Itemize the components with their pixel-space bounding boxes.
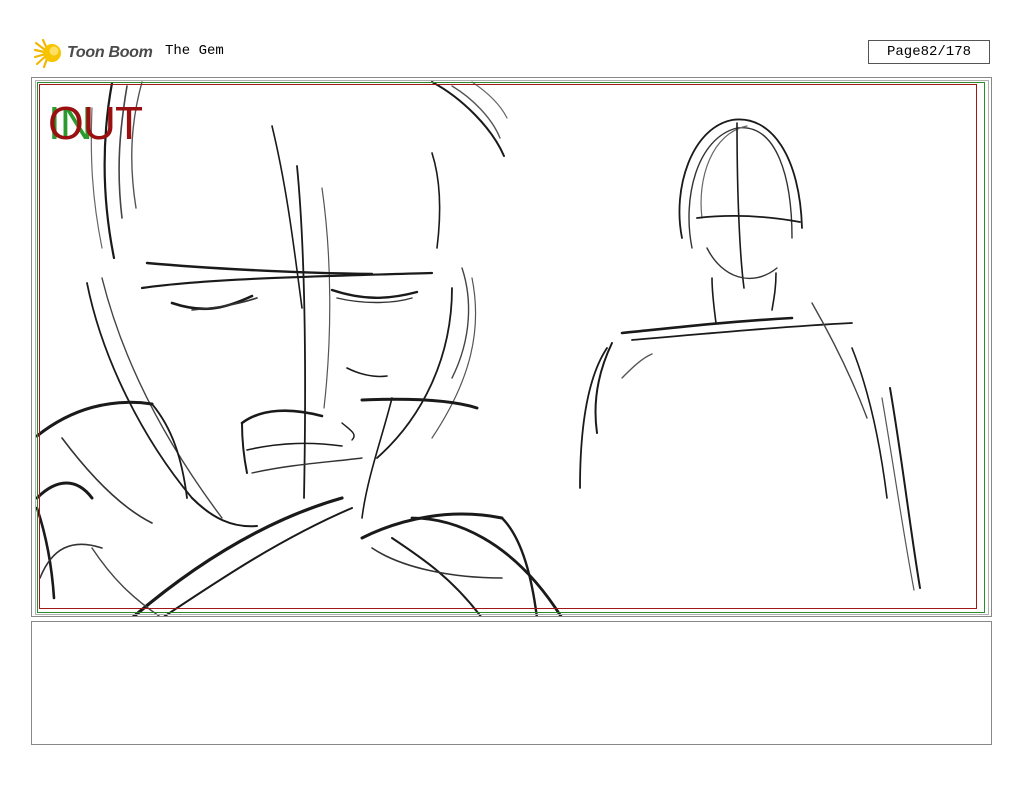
- storyboard-panel-image: IN OUT: [31, 77, 992, 617]
- toon-boom-logo: Toon Boom: [33, 37, 155, 69]
- logo-text: Toon Boom: [67, 44, 153, 61]
- out-label: OUT: [48, 97, 143, 149]
- sunburst-logo-icon: [33, 38, 61, 69]
- panel-notes-area: [31, 621, 992, 745]
- page-label: Page: [886, 44, 921, 60]
- out-frame-border: [39, 84, 977, 609]
- page-number: 82/178: [920, 44, 972, 60]
- page-header: Toon Boom The Gem Page 82/178: [0, 0, 1024, 75]
- page-counter: Page 82/178: [868, 40, 990, 64]
- document-title: The Gem: [165, 43, 224, 59]
